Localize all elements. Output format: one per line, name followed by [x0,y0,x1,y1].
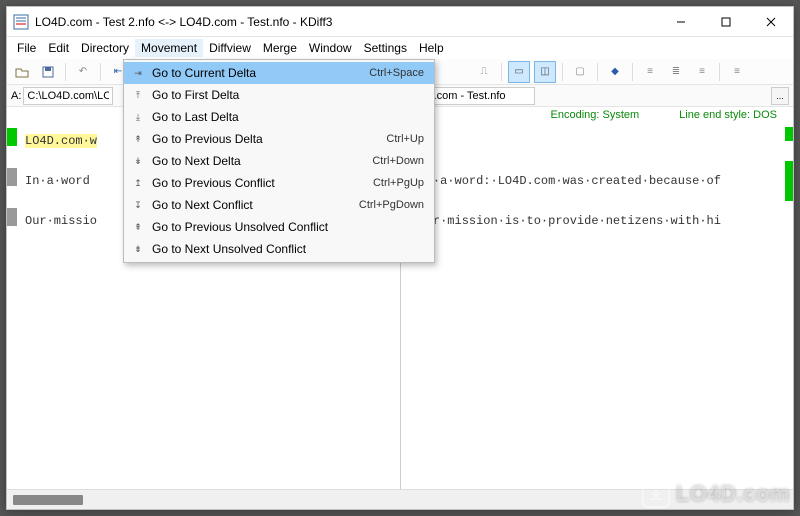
toolbar-separator [719,63,720,81]
toolbar-separator [632,63,633,81]
menu-item-label: Go to Previous Delta [148,132,386,146]
menu-item-label: Go to Previous Conflict [148,176,373,190]
menu-item-shortcut: Ctrl+Space [369,67,424,79]
menu-item[interactable]: ↥Go to Previous ConflictCtrl+PgUp [124,172,434,194]
diff-line: Our·mission·is·to·provide·netizens·with·… [401,211,794,231]
menu-item-label: Go to Current Delta [148,66,369,80]
menu-item-icon: ⇥ [128,65,148,81]
menu-item-label: Go to Next Delta [148,154,372,168]
menu-item[interactable]: ⇞Go to Previous Unsolved Conflict [124,216,434,238]
bars-icon[interactable]: ≡ [726,61,748,83]
toolbar-separator [100,63,101,81]
gutter-left [7,127,19,235]
pane-body-right: In·a·word:·LO4D.com·was·created·because·… [401,127,794,235]
menu-item-icon: ⤓ [128,109,148,125]
window-title: LO4D.com - Test 2.nfo <-> LO4D.com - Tes… [35,15,658,29]
menu-diffview[interactable]: Diffview [203,39,257,57]
status-segment [13,495,83,505]
app-window: LO4D.com - Test 2.nfo <-> LO4D.com - Tes… [6,6,794,510]
menu-item[interactable]: ↟Go to Previous DeltaCtrl+Up [124,128,434,150]
path-more-button[interactable]: ... [771,87,789,105]
menu-item[interactable]: ↡Go to Next DeltaCtrl+Down [124,150,434,172]
diff-line [401,131,794,151]
menu-item-icon: ↥ [128,175,148,191]
menu-item-shortcut: Ctrl+PgUp [373,177,424,189]
save-icon[interactable] [37,61,59,83]
menu-item-icon: ↡ [128,153,148,169]
pane-right[interactable]: Encoding: System Line end style: DOS In·… [400,107,794,489]
minimize-button[interactable] [658,7,703,36]
menu-item[interactable]: ⇟Go to Next Unsolved Conflict [124,238,434,260]
open-icon[interactable] [11,61,33,83]
line-end-label: Line end style: DOS [679,109,777,125]
menubar: FileEditDirectoryMovementDiffviewMergeWi… [7,37,793,59]
menu-item[interactable]: ⤓Go to Last Delta [124,106,434,128]
menu-item[interactable]: ↧Go to Next ConflictCtrl+PgDown [124,194,434,216]
toolbar-icon[interactable]: ▢ [569,61,591,83]
menu-help[interactable]: Help [413,39,450,57]
menu-item-icon: ⇟ [128,241,148,257]
menu-item-label: Go to Next Conflict [148,198,359,212]
menu-directory[interactable]: Directory [75,39,135,57]
menu-merge[interactable]: Merge [257,39,303,57]
menu-item-icon: ⤒ [128,87,148,103]
overview-gutter[interactable] [785,107,793,489]
pane-header-right: Encoding: System Line end style: DOS [401,107,794,127]
menu-file[interactable]: File [11,39,42,57]
split-vert-icon[interactable]: ◫ [534,61,556,83]
bars-icon[interactable]: ≡ [691,61,713,83]
window-controls [658,7,793,36]
menu-item-shortcut: Ctrl+PgDown [359,199,424,211]
undo-icon[interactable]: ↶ [72,61,94,83]
close-button[interactable] [748,7,793,36]
diff-line [401,151,794,171]
menu-item-icon: ⇞ [128,219,148,235]
titlebar: LO4D.com - Test 2.nfo <-> LO4D.com - Tes… [7,7,793,37]
menu-item-label: Go to Next Unsolved Conflict [148,242,424,256]
encoding-label: Encoding: System [551,109,640,125]
toolbar-icon[interactable]: ⎍ [473,61,495,83]
bars-icon[interactable]: ≡ [639,61,661,83]
toolbar-separator [562,63,563,81]
toolbar-separator [597,63,598,81]
menu-item-shortcut: Ctrl+Up [386,133,424,145]
menu-item[interactable]: ⤒Go to First Delta [124,84,434,106]
diff-line [401,191,794,211]
menu-edit[interactable]: Edit [42,39,75,57]
menu-item-icon: ↟ [128,131,148,147]
toolbar-separator [501,63,502,81]
diff-line: In·a·word:·LO4D.com·was·created·because·… [401,171,794,191]
menu-settings[interactable]: Settings [358,39,413,57]
maximize-button[interactable] [703,7,748,36]
menu-item[interactable]: ⇥Go to Current DeltaCtrl+Space [124,62,434,84]
bars-icon[interactable]: ≣ [665,61,687,83]
path-label-a: A: [11,90,21,102]
menu-item-shortcut: Ctrl+Down [372,155,424,167]
menu-movement[interactable]: Movement [135,39,203,57]
menu-window[interactable]: Window [303,39,358,57]
diamond-icon[interactable]: ◆ [604,61,626,83]
app-icon [13,14,29,30]
menu-item-icon: ↧ [128,197,148,213]
toolbar-separator [65,63,66,81]
split-horiz-icon[interactable]: ▭ [508,61,530,83]
menu-item-label: Go to First Delta [148,88,424,102]
menu-item-label: Go to Previous Unsolved Conflict [148,220,424,234]
path-input-a[interactable] [23,87,113,105]
statusbar [7,489,793,509]
movement-menu: ⇥Go to Current DeltaCtrl+Space⤒Go to Fir… [123,59,435,263]
menu-item-label: Go to Last Delta [148,110,424,124]
